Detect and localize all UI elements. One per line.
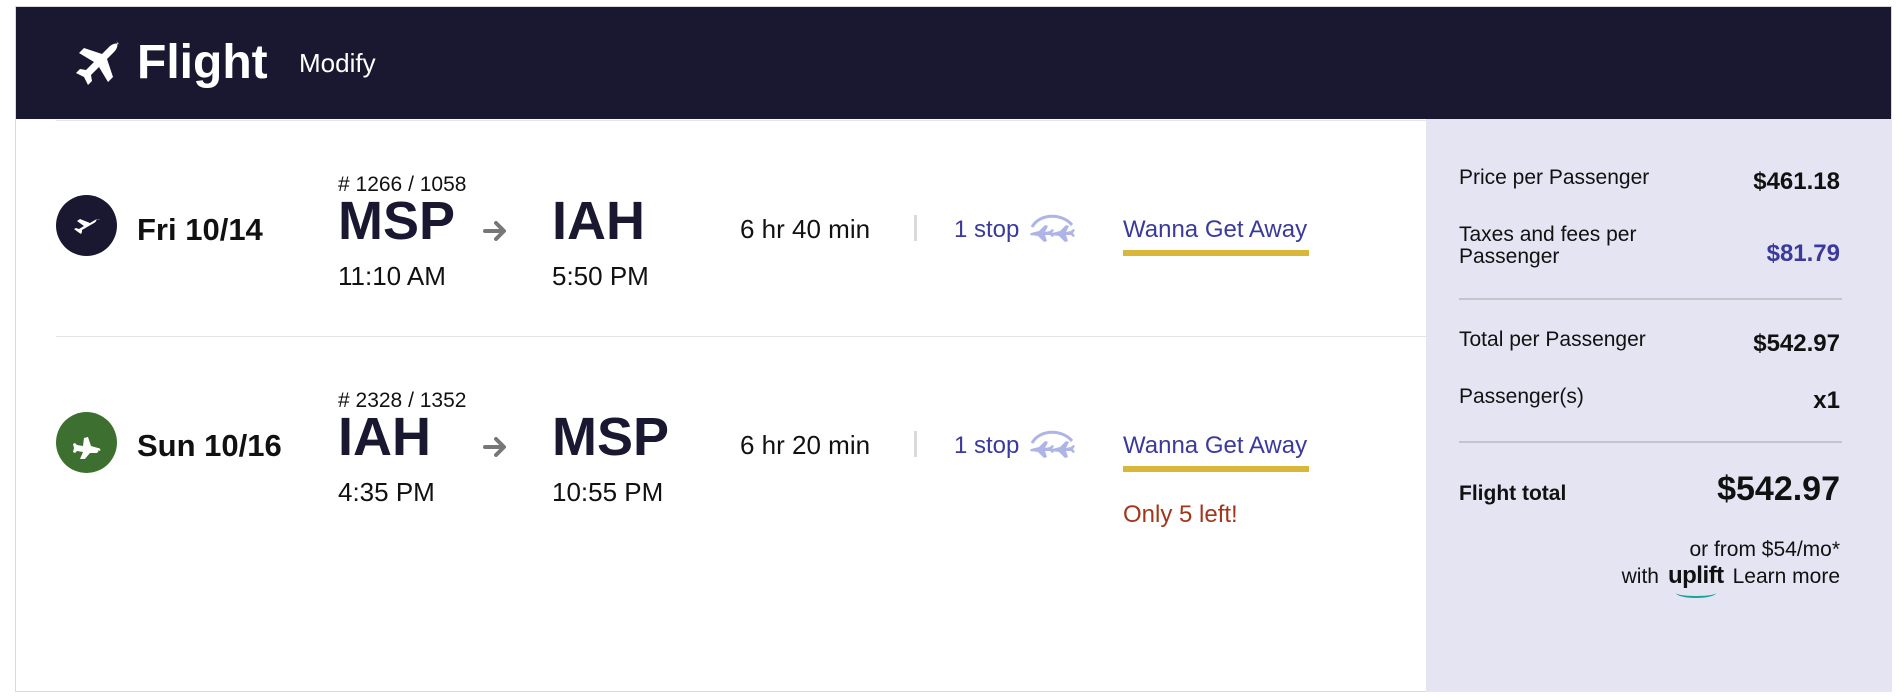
flight-header: Flight Modify (16, 7, 1891, 119)
destination-code: IAH (552, 191, 645, 251)
airplane-icon (76, 41, 120, 85)
financing-with: with (1621, 565, 1659, 588)
separator (914, 215, 917, 241)
price-per-passenger-label: Price per Passenger (1459, 166, 1650, 189)
depart-time: 4:35 PM (338, 477, 435, 507)
row-divider (56, 336, 1426, 337)
origin-code: IAH (338, 407, 431, 467)
summary-divider (1459, 298, 1842, 300)
uplift-logo: uplift (1667, 562, 1724, 598)
arrive-time: 5:50 PM (552, 261, 649, 291)
origin-code: MSP (338, 191, 456, 251)
uplift-line: with uplift Learn more (1621, 562, 1840, 598)
connecting-flights-icon (1030, 430, 1075, 458)
separator (914, 431, 917, 457)
summary-divider (1459, 441, 1842, 443)
destination-code: MSP (552, 407, 670, 467)
fare-indicator-bar (1123, 466, 1309, 472)
taxes-value: $81.79 (1766, 240, 1840, 267)
price-per-passenger-value: $461.18 (1753, 168, 1840, 195)
connecting-flights-icon (1030, 214, 1075, 242)
arrow-right-icon (483, 437, 506, 457)
passengers-label: Passenger(s) (1459, 385, 1584, 408)
arrive-time: 10:55 PM (552, 477, 664, 507)
taxes-label-line1: Taxes and fees per (1459, 223, 1637, 246)
taxes-label: Taxes and fees per Passenger (1459, 224, 1636, 268)
divider (56, 120, 1426, 121)
flight-duration: 6 hr 40 min (740, 214, 871, 244)
taxes-label-line2: Passenger (1459, 245, 1560, 268)
modify-link[interactable]: Modify (299, 47, 376, 79)
arrow-right-icon (483, 221, 506, 241)
page-title: Flight (137, 36, 268, 89)
seats-left-warning: Only 5 left! (1123, 501, 1238, 528)
flight-date: Sun 10/16 (137, 428, 282, 463)
fare-indicator-bar (1123, 250, 1309, 256)
learn-more-link[interactable]: Learn more (1733, 565, 1840, 589)
flight-total-value: $542.97 (1717, 470, 1840, 508)
financing-text: or from $54/mo* (1689, 538, 1840, 561)
passengers-value: x1 (1813, 387, 1840, 414)
flight-total-label: Flight total (1459, 482, 1567, 505)
outbound-plane-badge (56, 195, 117, 256)
fare-type-link[interactable]: Wanna Get Away (1123, 432, 1307, 460)
fare-type-link[interactable]: Wanna Get Away (1123, 216, 1307, 244)
stops-link[interactable]: 1 stop (954, 216, 1019, 244)
stops-link[interactable]: 1 stop (954, 432, 1019, 460)
airplane-landing-icon (72, 436, 100, 459)
total-per-passenger-label: Total per Passenger (1459, 328, 1646, 351)
airplane-takeoff-icon (73, 218, 100, 234)
depart-time: 11:10 AM (338, 261, 446, 291)
return-plane-badge (56, 412, 117, 473)
flight-date: Fri 10/14 (137, 212, 263, 247)
total-per-passenger-value: $542.97 (1753, 330, 1840, 357)
flight-duration: 6 hr 20 min (740, 430, 871, 460)
